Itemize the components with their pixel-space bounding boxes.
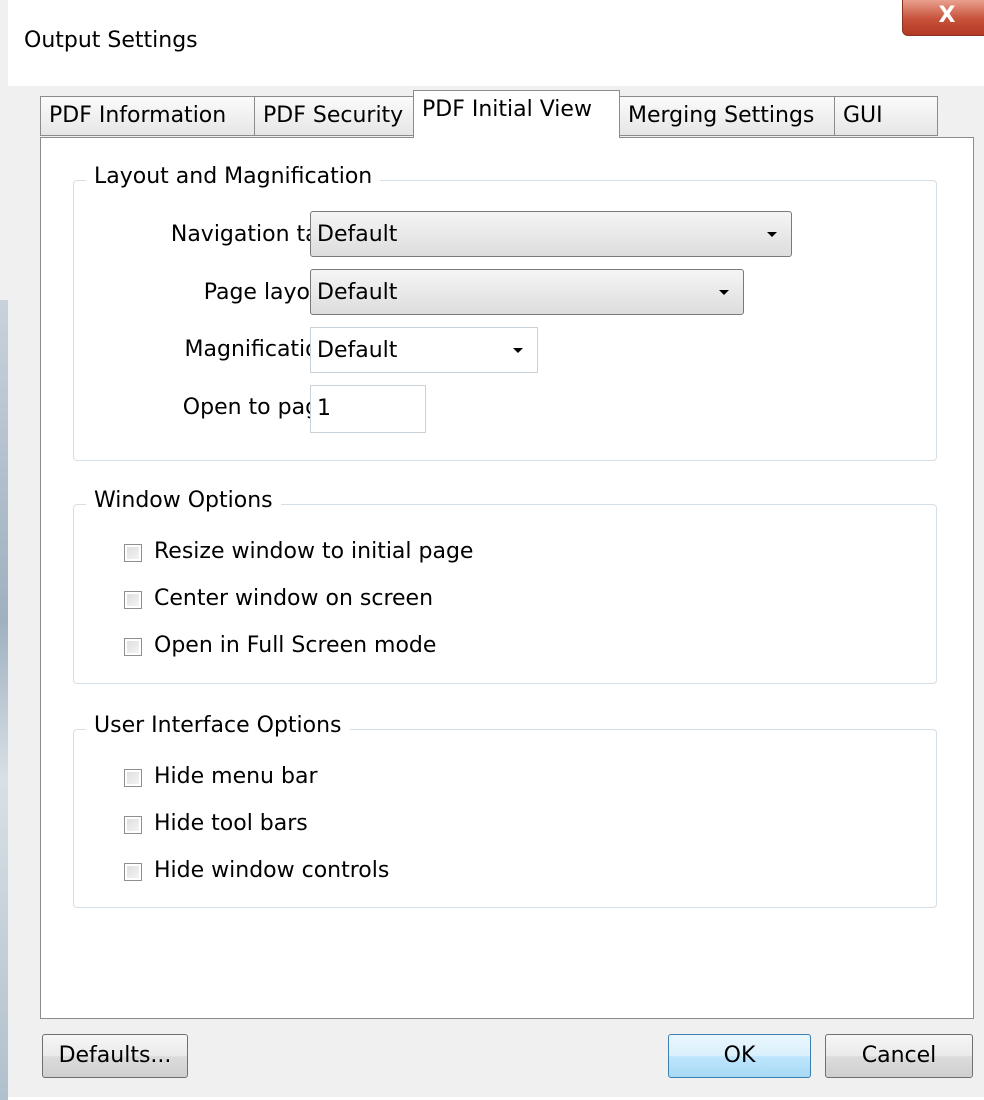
close-icon: X — [938, 3, 956, 28]
window-options-group: Window Options Resize window to initial … — [73, 488, 937, 684]
tab-gui[interactable]: GUI — [834, 96, 938, 136]
chevron-down-icon — [767, 232, 777, 237]
checkbox[interactable] — [124, 544, 142, 562]
open-to-page-input[interactable]: 1 — [310, 385, 426, 433]
chevron-down-icon — [719, 290, 729, 295]
checkbox-label: Hide tool bars — [154, 811, 308, 836]
input-value: 1 — [317, 396, 331, 421]
checkbox[interactable] — [124, 816, 142, 834]
group-title: Window Options — [86, 488, 281, 513]
window-title: Output Settings — [24, 28, 198, 53]
checkbox-label: Center window on screen — [154, 586, 434, 611]
background-window-edge — [0, 300, 8, 1100]
dropdown-value: Default — [317, 222, 398, 247]
navigation-tab-dropdown[interactable]: Default — [310, 211, 792, 257]
tab-merging-settings[interactable]: Merging Settings — [619, 96, 835, 136]
defaults-button[interactable]: Defaults... — [42, 1034, 188, 1078]
title-bar: Output Settings X — [8, 0, 984, 86]
user-interface-options-group: User Interface Options Hide menu bar Hid… — [73, 713, 937, 908]
tab-pdf-security[interactable]: PDF Security — [254, 96, 414, 136]
checkbox-label: Hide window controls — [154, 858, 390, 883]
close-button[interactable]: X — [902, 0, 984, 36]
tab-panel-pdf-initial-view: Layout and Magnification Navigation tab:… — [40, 137, 974, 1019]
checkbox-label: Resize window to initial page — [154, 539, 474, 564]
checkbox-label: Open in Full Screen mode — [154, 633, 437, 658]
checkbox-label: Hide menu bar — [154, 764, 318, 789]
chevron-down-icon — [513, 348, 523, 353]
dropdown-value: Default — [317, 338, 398, 363]
tab-pdf-information[interactable]: PDF Information — [40, 96, 255, 136]
tab-strip: PDF Information PDF Security PDF Initial… — [40, 90, 940, 138]
cancel-button[interactable]: Cancel — [825, 1034, 973, 1078]
page-layout-dropdown[interactable]: Default — [310, 269, 744, 315]
group-title: Layout and Magnification — [86, 164, 381, 189]
checkbox[interactable] — [124, 638, 142, 656]
group-title: User Interface Options — [86, 713, 350, 738]
checkbox[interactable] — [124, 863, 142, 881]
dropdown-value: Default — [317, 280, 398, 305]
ok-button[interactable]: OK — [668, 1034, 811, 1078]
tab-pdf-initial-view[interactable]: PDF Initial View — [413, 90, 620, 138]
layout-magnification-group: Layout and Magnification Navigation tab:… — [73, 164, 937, 461]
magnification-dropdown[interactable]: Default — [310, 327, 538, 373]
checkbox[interactable] — [124, 591, 142, 609]
output-settings-dialog: Output Settings X PDF Information PDF Se… — [0, 0, 984, 1100]
checkbox[interactable] — [124, 769, 142, 787]
